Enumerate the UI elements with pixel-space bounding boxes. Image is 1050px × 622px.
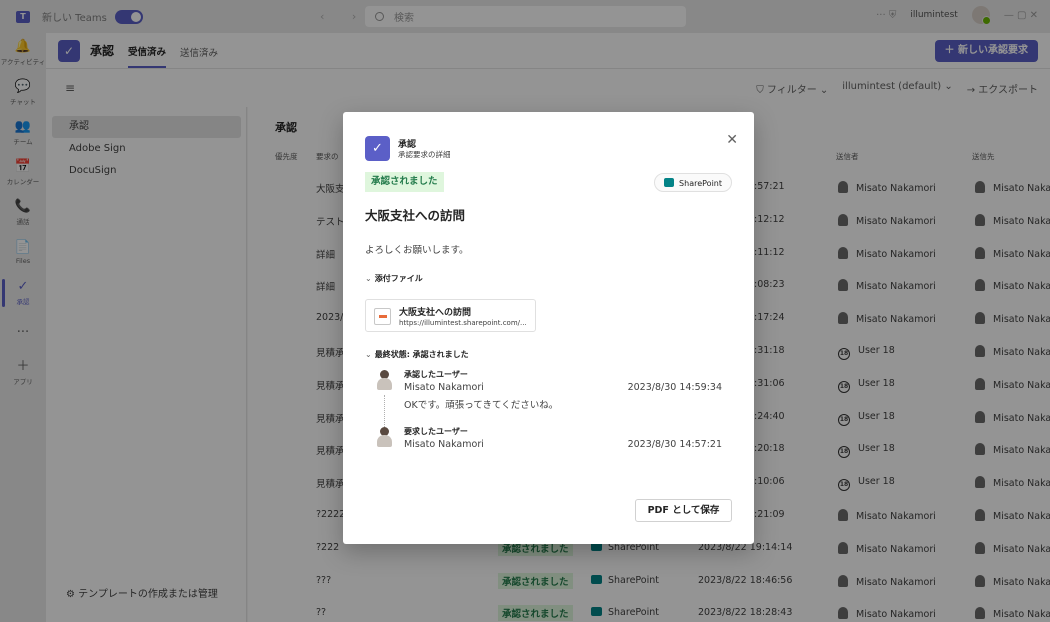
save-as-pdf-button[interactable]: PDF として保存 [635, 499, 732, 522]
approval-details-dialog: ✓ 承認 承認要求の詳細 ✕ 承認されました SharePoint 大阪支社への… [343, 112, 754, 544]
link-file-icon [374, 308, 391, 325]
requester-name: Misato Nakamori [404, 439, 484, 450]
final-status-header: 最終状態: 承認されました [374, 350, 469, 359]
approver-role: 承認したユーザー [404, 370, 468, 379]
attachment-url: https://illumintest.sharepoint.com/... [399, 319, 527, 327]
request-title: 大阪支社への訪問 [365, 208, 466, 223]
requester-avatar [376, 427, 393, 447]
sharepoint-icon [664, 178, 675, 187]
request-message: よろしくお願いします。 [365, 245, 469, 256]
attachments-section-toggle[interactable]: ⌄ 添付ファイル [365, 273, 423, 284]
approver-name: Misato Nakamori [404, 382, 484, 393]
final-status-section-toggle[interactable]: ⌄ 最終状態: 承認されました [365, 349, 469, 360]
requester-role: 要求したユーザー [404, 427, 468, 436]
approver-comment: OKです。頑張ってきてくださいね。 [404, 400, 559, 411]
attachment-card[interactable]: 大阪支社への訪問 https://illumintest.sharepoint.… [365, 299, 536, 332]
approver-date: 2023/8/30 14:59:34 [627, 382, 722, 393]
source-badge: SharePoint [654, 173, 732, 192]
attachment-name: 大阪支社への訪問 [399, 308, 472, 318]
status-badge: 承認されました [365, 172, 444, 192]
source-label: SharePoint [679, 179, 722, 188]
chevron-down-icon: ⌄ [365, 274, 372, 283]
approver-avatar [376, 370, 393, 390]
attachments-header: 添付ファイル [374, 274, 423, 283]
approvals-app-icon: ✓ [365, 136, 390, 161]
chevron-down-icon: ⌄ [365, 350, 372, 359]
requester-date: 2023/8/30 14:57:21 [627, 439, 722, 450]
close-icon[interactable]: ✕ [726, 132, 738, 148]
dialog-subtitle: 承認要求の詳細 [398, 150, 451, 159]
